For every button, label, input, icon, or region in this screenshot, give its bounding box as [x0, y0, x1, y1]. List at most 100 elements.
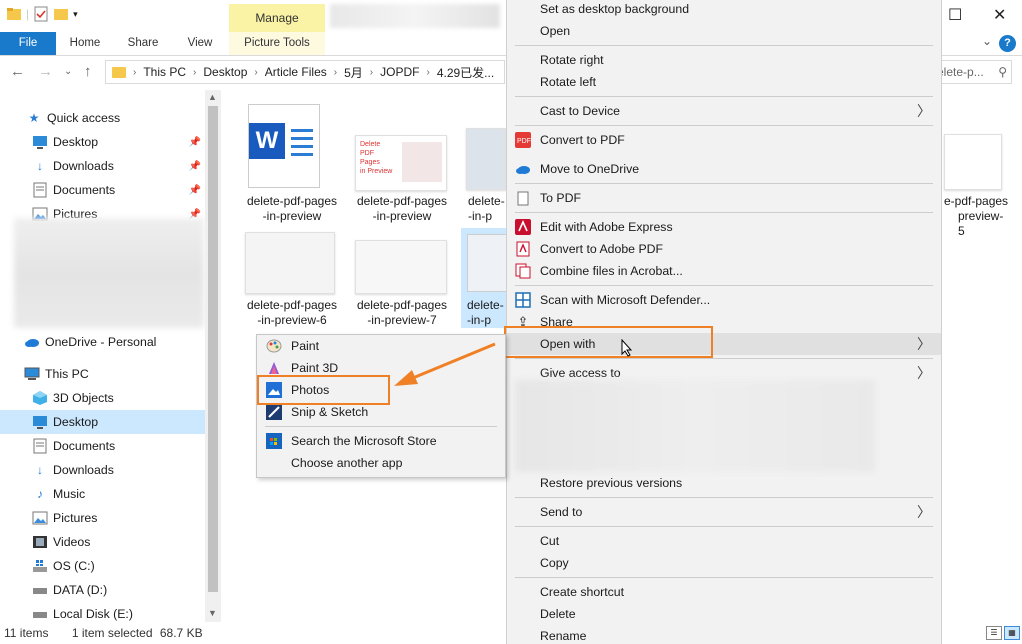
file-label[interactable]: delete-pdf-pages -in-preview-7	[352, 298, 452, 328]
image-thumbnail[interactable]	[466, 128, 506, 190]
menu-edit-with-adobe-express[interactable]: Edit with Adobe Express	[507, 216, 941, 238]
nav-label: 3D Objects	[53, 391, 114, 405]
up-arrow-icon[interactable]: ↑	[84, 63, 92, 80]
back-arrow-icon[interactable]: ←	[10, 63, 25, 80]
menu-copy[interactable]: Copy	[507, 552, 941, 574]
image-thumbnail[interactable]: Delete PDF Pages in Preview	[355, 135, 447, 191]
choose-another-app[interactable]: Choose another app	[257, 452, 505, 474]
menu-scan-with-defender[interactable]: Scan with Microsoft Defender...	[507, 289, 941, 311]
nav-quick-access[interactable]: ★ Quick access	[0, 106, 205, 130]
image-thumbnail[interactable]	[355, 240, 447, 294]
file-label[interactable]: delete-pdf-pages -in-preview-6	[242, 298, 342, 328]
tab-view[interactable]: View	[176, 32, 224, 55]
menu-divider	[515, 45, 933, 46]
status-bar: 11 items 1 item selected 68.7 KB	[0, 622, 505, 644]
menu-create-shortcut[interactable]: Create shortcut	[507, 581, 941, 603]
menu-delete[interactable]: Delete	[507, 603, 941, 625]
nav-downloads-pinned[interactable]: ↓ Downloads 📌	[0, 154, 205, 178]
menu-divider	[265, 426, 497, 427]
nav-desktop[interactable]: Desktop	[0, 410, 205, 434]
scroll-thumb[interactable]	[208, 106, 218, 592]
search-input[interactable]: elete-p... ⚲	[932, 60, 1012, 84]
nav-pictures[interactable]: Pictures	[0, 506, 205, 530]
file-label[interactable]: delete-pdf-pages -in-preview	[352, 194, 452, 224]
recent-dropdown-icon[interactable]: ⌄	[64, 66, 72, 77]
menu-restore-previous-versions[interactable]: Restore previous versions	[507, 472, 941, 494]
forward-arrow-icon[interactable]: →	[38, 63, 53, 80]
nav-label: This PC	[45, 367, 89, 381]
nav-documents-pinned[interactable]: Documents 📌	[0, 178, 205, 202]
tab-file[interactable]: File	[0, 32, 56, 55]
tab-home[interactable]: Home	[60, 32, 110, 55]
menu-set-as-desktop-background[interactable]: Set as desktop background	[507, 0, 941, 20]
menu-convert-to-adobe-pdf[interactable]: Convert to Adobe PDF	[507, 238, 941, 260]
menu-convert-to-pdf[interactable]: PDF Convert to PDF	[507, 129, 941, 151]
properties-icon[interactable]	[33, 6, 49, 22]
large-icons-view-icon[interactable]: ▦	[1004, 626, 1020, 640]
breadcrumb-folder[interactable]: 4.29已发...	[437, 64, 494, 81]
menu-send-to[interactable]: Send to 〉	[507, 501, 941, 523]
nav-desktop-pinned[interactable]: Desktop 📌	[0, 130, 205, 154]
scroll-up-icon[interactable]: ▲	[208, 92, 217, 102]
maximize-button[interactable]: ☐	[948, 5, 962, 25]
video-icon	[32, 534, 48, 550]
nav-data-d[interactable]: DATA (D:)	[0, 578, 205, 602]
image-thumbnail[interactable]	[245, 232, 335, 294]
breadcrumb-this-pc[interactable]: This PC	[143, 65, 186, 79]
menu-rename[interactable]: Rename	[507, 625, 941, 644]
svg-text:PDF: PDF	[517, 138, 531, 145]
breadcrumb-article-files[interactable]: Article Files	[265, 65, 327, 79]
nav-documents[interactable]: Documents	[0, 434, 205, 458]
adobe-icon	[515, 219, 531, 235]
word-file-icon[interactable]: W	[248, 104, 320, 188]
nav-os-c[interactable]: OS (C:)	[0, 554, 205, 578]
breadcrumb-jopdf[interactable]: JOPDF	[380, 65, 419, 79]
pdf-convert-icon: PDF	[515, 132, 531, 148]
nav-downloads[interactable]: ↓ Downloads	[0, 458, 205, 482]
nav-music[interactable]: ♪ Music	[0, 482, 205, 506]
selected-file-tile[interactable]: delete- -in-p	[461, 228, 509, 328]
menu-combine-files-in-acrobat[interactable]: Combine files in Acrobat...	[507, 260, 941, 282]
tab-share[interactable]: Share	[118, 32, 168, 55]
search-microsoft-store[interactable]: Search the Microsoft Store	[257, 430, 505, 452]
menu-cast-to-device[interactable]: Cast to Device 〉	[507, 100, 941, 122]
menu-to-pdf[interactable]: To PDF	[507, 187, 941, 209]
pin-icon[interactable]: 📌	[189, 185, 201, 196]
menu-move-to-onedrive[interactable]: Move to OneDrive	[507, 158, 941, 180]
new-folder-icon[interactable]	[53, 6, 69, 22]
pin-icon[interactable]: 📌	[189, 137, 201, 148]
desktop-icon	[32, 414, 48, 430]
address-bar[interactable]: › This PC › Desktop › Article Files › 5月…	[105, 60, 505, 84]
tab-picture-tools[interactable]: Picture Tools	[229, 32, 325, 55]
pin-icon[interactable]: 📌	[189, 161, 201, 172]
nav-label: Videos	[53, 535, 91, 549]
selection-size: 68.7 KB	[159, 626, 203, 640]
nav-this-pc[interactable]: This PC	[0, 362, 205, 386]
details-view-icon[interactable]: ☰	[986, 626, 1002, 640]
nav-videos[interactable]: Videos	[0, 530, 205, 554]
menu-rotate-left[interactable]: Rotate left	[507, 71, 941, 93]
file-label[interactable]: delete- -in-p	[460, 194, 506, 224]
image-thumbnail[interactable]	[944, 134, 1002, 190]
nav-scrollbar[interactable]: ▲ ▼	[205, 90, 221, 622]
drive-icon	[32, 582, 48, 598]
nav-3d-objects[interactable]: 3D Objects	[0, 386, 205, 410]
quick-access-toolbar: | ▾	[6, 6, 78, 22]
view-switcher: ☰ ▦	[986, 626, 1020, 640]
qat-dropdown-icon[interactable]: ▾	[73, 9, 78, 20]
breadcrumb-month[interactable]: 5月	[344, 64, 363, 81]
menu-cut[interactable]: Cut	[507, 530, 941, 552]
nav-label: Desktop	[53, 135, 99, 149]
menu-rotate-right[interactable]: Rotate right	[507, 49, 941, 71]
file-label[interactable]: delete-pdf-pages -in-preview	[242, 194, 342, 224]
close-button[interactable]: ✕	[993, 5, 1006, 25]
scroll-down-icon[interactable]: ▼	[208, 608, 217, 618]
nav-onedrive[interactable]: OneDrive - Personal	[0, 330, 205, 354]
manage-tab[interactable]: Manage	[229, 4, 325, 32]
chevron-down-icon[interactable]: ⌄	[982, 34, 992, 48]
menu-open[interactable]: Open	[507, 20, 941, 42]
menu-divider	[515, 358, 933, 359]
breadcrumb-desktop[interactable]: Desktop	[203, 65, 247, 79]
file-label[interactable]: e-pdf-pages preview-5	[944, 194, 1010, 239]
help-icon[interactable]: ?	[999, 35, 1016, 52]
